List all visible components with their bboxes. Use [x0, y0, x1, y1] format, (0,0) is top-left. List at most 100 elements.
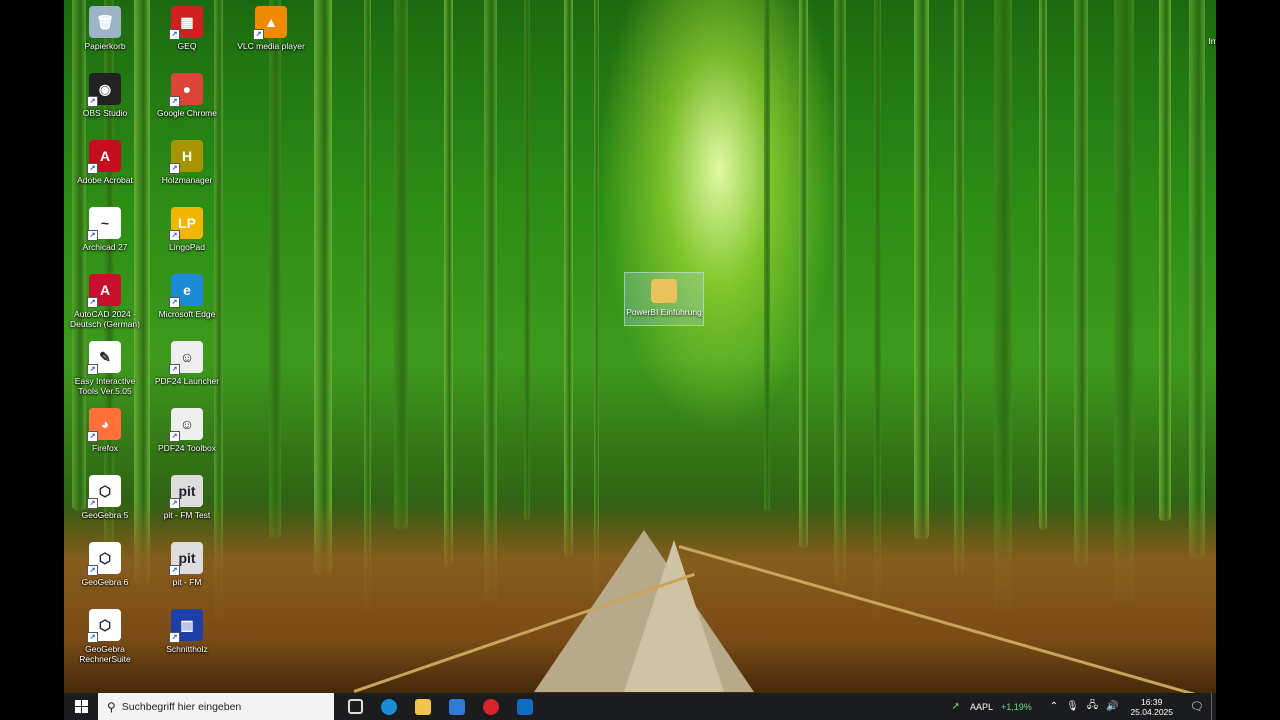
desktop-icon-lingopad[interactable]: LP ↗ LingoPad — [148, 205, 226, 269]
stock-trend-icon: ➚ — [951, 701, 960, 712]
desktop-icon-geogebra-6[interactable]: ⬡ ↗ GeoGebra 6 — [66, 540, 144, 604]
desktop-icon-pdf24-launcher[interactable]: ☺ ↗ PDF24 Launcher — [148, 339, 226, 403]
bamboo-stalk — [914, 0, 929, 539]
bamboo-stalk — [799, 0, 808, 548]
recycle-bin-icon: 🗑 — [89, 6, 121, 38]
shortcut-arrow-icon: ↗ — [169, 163, 180, 174]
taskbar-app-task-view[interactable] — [338, 693, 372, 720]
desktop-icon-vlc[interactable]: ▲ ↗ VLC media player — [232, 4, 310, 68]
bamboo-stalk — [444, 0, 453, 566]
notification-center-icon[interactable]: 🗨 — [1183, 700, 1211, 713]
bamboo-stalk — [269, 0, 281, 538]
desktop-icon-label: GeoGebra RechnerSuite — [79, 644, 131, 664]
desktop: 🗑 Papierkorb ▦ ↗ GEQ ▲ ↗ VLC media player ◉ ↗ OBS … — [64, 0, 1216, 720]
bamboo-stalk — [764, 0, 770, 511]
desktop-icon-recycle-bin[interactable]: 🗑 Papierkorb — [66, 4, 144, 68]
shortcut-arrow-icon: ↗ — [169, 565, 180, 576]
windows-start-icon — [74, 700, 88, 713]
desktop-icon-label: Microsoft Edge — [158, 309, 216, 319]
shortcut-arrow-icon: ↗ — [169, 632, 180, 643]
show-desktop-button[interactable] — [1211, 693, 1216, 720]
stock-symbol[interactable]: AAPL — [970, 702, 993, 712]
desktop-icon-pdf24-toolbox[interactable]: ☺ ↗ PDF24 Toolbox — [148, 406, 226, 470]
bamboo-stalk — [314, 0, 332, 575]
shortcut-arrow-icon: ↗ — [253, 29, 264, 40]
speaker-icon[interactable]: 🔊 — [1106, 701, 1118, 712]
desktop-icon-label: GeoGebra 6 — [81, 577, 129, 587]
bamboo-stalk — [1189, 0, 1205, 558]
desktop-icon-label: LingoPad — [169, 242, 205, 252]
shortcut-arrow-icon: ↗ — [87, 632, 98, 643]
desktop-icon-chrome[interactable]: ● ↗ Google Chrome — [148, 71, 226, 135]
bamboo-stalk — [564, 0, 573, 557]
geq-icon: ▦ ↗ — [169, 6, 203, 40]
taskbar-app-store[interactable] — [440, 693, 474, 720]
desktop-icon-label: OBS Studio — [82, 108, 128, 118]
desktop-icon-label: GeoGebra 5 — [81, 510, 129, 520]
shortcut-arrow-icon: ↗ — [169, 498, 180, 509]
taskbar-app-outlook[interactable] — [508, 693, 542, 720]
pdf24-toolbox-icon: ☺ ↗ — [169, 408, 203, 442]
desktop-icon-geogebra-5[interactable]: ⬡ ↗ GeoGebra 5 — [66, 473, 144, 537]
microphone-icon[interactable]: 🎙 — [1066, 701, 1079, 712]
taskbar-app-obs[interactable] — [474, 693, 508, 720]
start-button[interactable] — [64, 693, 98, 720]
desktop-icon-archicad[interactable]: ~ ↗ Archicad 27 — [66, 205, 144, 269]
firefox-icon: ◕ ↗ — [87, 408, 121, 442]
stock-change[interactable]: +1,19% — [1001, 702, 1032, 712]
desktop-icon-holzmanager[interactable]: H ↗ Holzmanager — [148, 138, 226, 202]
desktop-icon-label: VLC media player — [237, 41, 305, 51]
acrobat-icon: A ↗ — [87, 140, 121, 174]
geogebra-suite-icon: ⬡ ↗ — [87, 609, 121, 643]
desktop-icon-easy-interactive[interactable]: ✎ ↗ Easy Interactive Tools Ver.5.05 — [66, 339, 144, 403]
desktop-icon-obs[interactable]: ◉ ↗ OBS Studio — [66, 71, 144, 135]
edge-icon — [381, 698, 397, 715]
desktop-icon-geogebra-suite[interactable]: ⬡ ↗ GeoGebra RechnerSuite — [66, 607, 144, 671]
desktop-icon-geq[interactable]: ▦ ↗ GEQ — [148, 4, 226, 68]
store-icon — [449, 698, 465, 715]
pit-fm-test-icon: pit ↗ — [169, 475, 203, 509]
easy-interactive-icon: ✎ ↗ — [87, 341, 121, 375]
desktop-icon-acrobat[interactable]: A ↗ Adobe Acrobat — [66, 138, 144, 202]
shortcut-arrow-icon: ↗ — [169, 297, 180, 308]
taskbar-app-edge[interactable] — [372, 693, 406, 720]
desktop-icon-label: pit - FM Test — [163, 510, 211, 520]
desktop-icon-label: pit - FM — [172, 577, 202, 587]
desktop-icon-label: PDF24 Launcher — [154, 376, 220, 386]
shortcut-arrow-icon: ↗ — [169, 230, 180, 241]
clock-date: 25.04.2025 — [1130, 706, 1173, 717]
shortcut-arrow-icon: ↗ — [169, 96, 180, 107]
shortcut-arrow-icon: ↗ — [87, 297, 98, 308]
wallpaper-path-center — [624, 540, 724, 692]
desktop-icon-label: Google Chrome — [156, 108, 217, 118]
desktop-icon-label: Adobe Acrobat — [77, 175, 133, 185]
folder-icon — [651, 279, 677, 303]
shortcut-arrow-icon: ↗ — [169, 364, 180, 375]
desktop-icon-pit-fm[interactable]: pit ↗ pit - FM — [148, 540, 226, 604]
taskbar-app-file-explorer[interactable] — [406, 693, 440, 720]
task-view-icon — [347, 699, 363, 714]
chevron-up-icon[interactable]: ⌃ — [1050, 701, 1058, 712]
schnittholz-icon: ▥ ↗ — [169, 609, 203, 643]
network-icon[interactable]: 🖧 — [1087, 698, 1098, 715]
shortcut-arrow-icon: ↗ — [87, 163, 98, 174]
shortcut-arrow-icon: ↗ — [169, 29, 180, 40]
desktop-icon-label: Papierkorb — [84, 41, 126, 51]
image-info-button[interactable]: ◎ Informationen zu diesem Bild — [1202, 10, 1216, 56]
lingopad-icon: LP ↗ — [169, 207, 203, 241]
desktop-icon-label: PDF24 Toolbox — [158, 443, 216, 453]
desktop-icon-schnittholz[interactable]: ▥ ↗ Schnittholz — [148, 607, 226, 671]
taskbar-clock[interactable]: 16:39 25.04.2025 — [1130, 697, 1173, 717]
desktop-icon-edge[interactable]: e ↗ Microsoft Edge — [148, 272, 226, 336]
holzmanager-icon: H ↗ — [169, 140, 203, 174]
desktop-icon-autocad[interactable]: A ↗ AutoCAD 2024 - Deutsch (German) — [66, 272, 144, 336]
desktop-icon-firefox[interactable]: ◕ ↗ Firefox — [66, 406, 144, 470]
desktop-icon-pit-fm-test[interactable]: pit ↗ pit - FM Test — [148, 473, 226, 537]
shortcut-arrow-icon: ↗ — [87, 230, 98, 241]
shortcut-arrow-icon: ↗ — [87, 498, 98, 509]
taskbar-search-box[interactable]: ⚲ Suchbegriff hier eingeben — [98, 693, 334, 720]
chrome-icon: ● ↗ — [169, 73, 203, 107]
shortcut-arrow-icon: ↗ — [87, 565, 98, 576]
taskbar: ⚲ Suchbegriff hier eingeben ➚ AAPL +1,19… — [64, 693, 1216, 720]
dragged-folder-icon-powerbi[interactable]: PowerBI Einführung — [624, 272, 704, 326]
